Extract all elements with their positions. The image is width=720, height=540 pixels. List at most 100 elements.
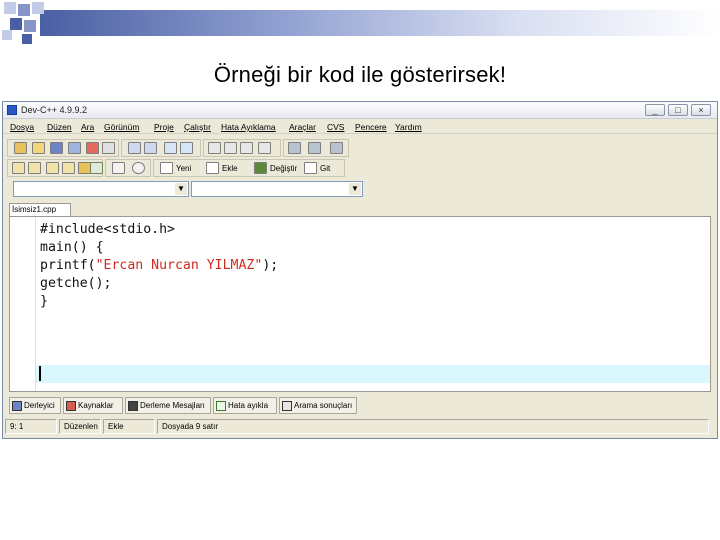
print-icon[interactable] (102, 142, 115, 154)
editor-gutter (10, 217, 36, 391)
search-icon (282, 401, 292, 411)
tab-search-results[interactable]: Arama sonuçları (279, 397, 357, 414)
menu-cvs[interactable]: CVS (327, 122, 344, 132)
compile-icon[interactable] (208, 142, 221, 154)
tab-compile-log[interactable]: Derleme Mesajları (125, 397, 211, 414)
class-combo[interactable]: ▼ (13, 181, 189, 197)
text-cursor (39, 366, 41, 381)
compile-log-icon (128, 401, 138, 411)
debug-toolbar (283, 139, 349, 157)
deco-square (24, 20, 36, 32)
tab-resources[interactable]: Kaynaklar (63, 397, 123, 414)
tab-compiler[interactable]: Derleyici (9, 397, 61, 414)
debug-icon[interactable] (288, 142, 301, 154)
about-icon[interactable] (132, 162, 145, 174)
deco-square (18, 4, 30, 16)
deco-square (22, 34, 32, 44)
project-options-icon[interactable] (46, 162, 59, 174)
code-line: #include<stdio.h> (40, 222, 175, 237)
deco-square (2, 30, 12, 40)
edit-toolbar (121, 139, 201, 157)
tab-debug[interactable]: Hata ayıkla (213, 397, 277, 414)
menu-gorunum[interactable]: Görünüm (104, 122, 139, 132)
menu-hata-ayiklama[interactable]: Hata Ayıklama (221, 122, 276, 132)
code-token: ); (262, 258, 279, 273)
status-insert: Ekle (103, 419, 155, 434)
debug-check-icon (216, 401, 226, 411)
code-token: printf( (40, 258, 96, 273)
goto-label[interactable]: Git (320, 164, 330, 173)
save-icon[interactable] (50, 142, 63, 154)
toggle-bookmark-icon[interactable] (254, 162, 267, 174)
code-line: main() { (40, 240, 104, 255)
remove-from-project-icon[interactable] (62, 162, 75, 174)
new-class-icon[interactable] (160, 162, 173, 174)
code-line: } (40, 294, 48, 309)
new-label[interactable]: Yeni (176, 164, 191, 173)
tab-search-results-label: Arama sonuçları (294, 401, 353, 410)
step-icon[interactable] (330, 142, 343, 154)
menu-ara[interactable]: Ara (81, 122, 94, 132)
redo-icon[interactable] (144, 142, 157, 154)
undo-icon[interactable] (128, 142, 141, 154)
function-combo[interactable]: ▼ (191, 181, 363, 197)
compiler-icon (12, 401, 22, 411)
status-mode: Düzenlen (59, 419, 101, 434)
code-text: #include<stdio.h> main() { printf("Ercan N… (40, 221, 278, 311)
find-icon[interactable] (164, 142, 177, 154)
menu-calistir[interactable]: Çalıştır (184, 122, 211, 132)
save-all-icon[interactable] (68, 142, 81, 154)
window-title: Dev-C++ 4.9.9.2 (21, 105, 88, 115)
tab-compile-log-label: Derleme Mesajları (140, 401, 205, 410)
toggle-label[interactable]: Değiştir (270, 164, 297, 173)
chevron-down-icon[interactable]: ▼ (349, 183, 361, 195)
close-file-icon[interactable] (86, 142, 99, 154)
run-icon[interactable] (224, 142, 237, 154)
menu-yardim[interactable]: Yardım (395, 122, 422, 132)
add-to-project-icon[interactable] (28, 162, 41, 174)
help-toolbar (105, 159, 151, 177)
tab-compiler-label: Derleyici (24, 401, 55, 410)
menu-dosya[interactable]: Dosya (10, 122, 34, 132)
breakpoint-icon[interactable] (308, 142, 321, 154)
insert-label[interactable]: Ekle (222, 164, 238, 173)
slide-title: Örneği bir kod ile gösterirsek! (213, 62, 507, 87)
menu-proje[interactable]: Proje (154, 122, 174, 132)
help-icon[interactable] (112, 162, 125, 174)
app-icon (7, 105, 17, 115)
open-folder-icon[interactable] (32, 142, 45, 154)
bookmark-toolbar: Yeni Ekle Değiştir Git (153, 159, 345, 177)
tab-file[interactable]: İsimsiz1.cpp (9, 203, 71, 216)
menu-duzen[interactable]: Düzen (47, 122, 72, 132)
tab-debug-label: Hata ayıkla (228, 401, 269, 410)
new-project-icon[interactable] (12, 162, 25, 174)
slide-decoration (0, 0, 720, 48)
chevron-down-icon[interactable]: ▼ (175, 183, 187, 195)
ide-window: Dev-C++ 4.9.9.2 _ □ × Dosya Düzen Ara Gö… (2, 101, 718, 439)
deco-square (32, 2, 44, 14)
menu-araclar[interactable]: Araçlar (289, 122, 316, 132)
status-position: 9: 1 (5, 419, 57, 434)
insert-icon[interactable] (206, 162, 219, 174)
current-line-highlight (36, 365, 710, 383)
code-editor[interactable]: #include<stdio.h> main() { printf("Ercan N… (9, 216, 711, 392)
deco-square (4, 2, 16, 14)
code-line: printf("Ercan Nurcan YILMAZ"); (40, 257, 278, 275)
menu-pencere[interactable]: Pencere (355, 122, 387, 132)
minimize-button[interactable]: _ (645, 104, 665, 116)
deco-square (10, 18, 22, 30)
replace-icon[interactable] (180, 142, 193, 154)
goto-icon[interactable] (304, 162, 317, 174)
close-button[interactable]: × (691, 104, 711, 116)
resources-icon (66, 401, 76, 411)
status-bar: 9: 1 Düzenlen Ekle Dosyada 9 satır (5, 419, 711, 434)
check-icon[interactable] (90, 162, 103, 174)
project-toolbar (7, 159, 103, 177)
maximize-button[interactable]: □ (668, 104, 688, 116)
rebuild-icon[interactable] (258, 142, 271, 154)
menu-bar: Dosya Düzen Ara Görünüm Proje Çalıştır H… (3, 119, 717, 134)
compile-run-icon[interactable] (240, 142, 253, 154)
title-bar: Dev-C++ 4.9.9.2 _ □ × (3, 102, 717, 119)
status-lines: Dosyada 9 satır (157, 419, 709, 434)
new-file-icon[interactable] (14, 142, 27, 154)
